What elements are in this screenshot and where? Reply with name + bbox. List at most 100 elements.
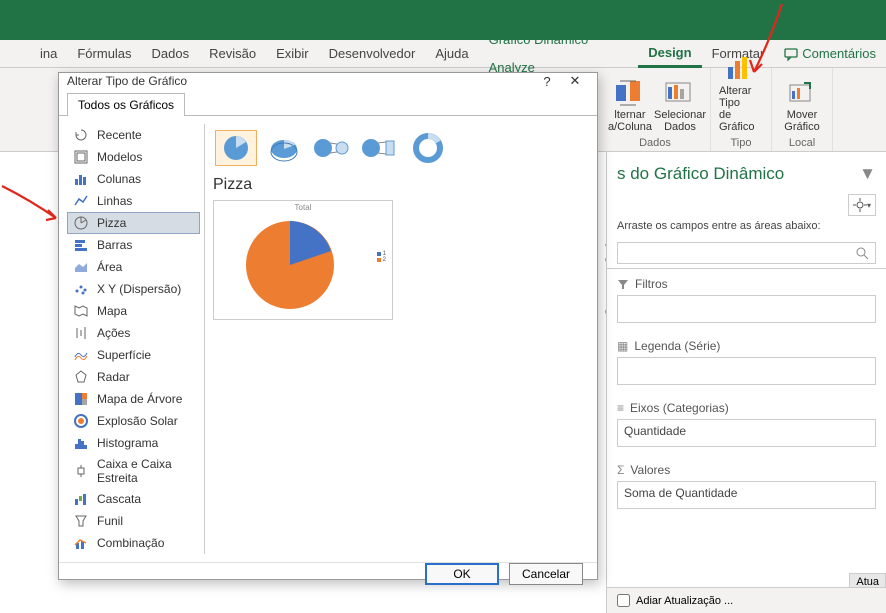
gear-icon (853, 198, 867, 212)
chart-type-mapa-de-rvore[interactable]: Mapa de Árvore (67, 388, 200, 410)
pie-chart-icon (240, 215, 340, 315)
chart-type-x-y-dispers-o-[interactable]: X Y (Dispersão) (67, 278, 200, 300)
type-icon (73, 463, 89, 479)
close-button[interactable]: ✕ (561, 73, 589, 89)
search-icon (855, 246, 869, 260)
chart-type-recente[interactable]: Recente (67, 124, 200, 146)
change-chart-type-button[interactable]: Alterar Tipo de Gráfico (717, 53, 765, 135)
tab-all-charts[interactable]: Todos os Gráficos (67, 93, 185, 116)
type-icon (73, 491, 89, 507)
chart-type-pizza[interactable]: Pizza (67, 212, 200, 234)
type-icon (73, 303, 89, 319)
comments-label: Comentários (802, 46, 876, 61)
chart-type--rea[interactable]: Área (67, 256, 200, 278)
subtype-bar-of-pie[interactable] (359, 130, 401, 166)
move-chart-icon (786, 79, 818, 107)
chart-type-funil[interactable]: Funil (67, 510, 200, 532)
type-icon (73, 215, 89, 231)
group-local: Mover Gráfico Local (772, 68, 833, 151)
values-label: Σ Valores (607, 455, 886, 481)
type-icon (73, 413, 89, 429)
defer-footer: Adiar Atualização ... (607, 587, 886, 613)
type-icon (73, 193, 89, 209)
chart-type-radar[interactable]: Radar (67, 366, 200, 388)
filters-dropzone[interactable] (617, 295, 876, 323)
tab-ina[interactable]: ina (30, 40, 67, 68)
select-data-icon (664, 79, 696, 107)
type-icon (73, 127, 89, 143)
subtype-pie[interactable] (215, 130, 257, 166)
subtype-pie-of-pie[interactable] (311, 130, 353, 166)
group-label-dados: Dados (639, 137, 671, 149)
drag-hint: Arraste os campos entre as áreas abaixo: (607, 220, 886, 238)
dialog-title: Alterar Tipo de Gráfico (67, 74, 187, 88)
type-icon (73, 513, 89, 529)
tab-formulas[interactable]: Fórmulas (67, 40, 141, 68)
type-icon (73, 435, 89, 451)
comments-button[interactable]: Comentários (774, 46, 886, 61)
comment-icon (784, 47, 798, 61)
select-data-button[interactable]: Selecionar Dados (656, 77, 704, 135)
tab-desenvolvedor[interactable]: Desenvolvedor (319, 40, 426, 68)
dialog-buttons: OK Cancelar (59, 562, 597, 585)
switch-row-column-button[interactable]: lternar a/Coluna (606, 77, 654, 135)
group-label-local: Local (789, 137, 815, 149)
type-icon (73, 391, 89, 407)
pivot-chart-fields-pane: s do Gráfico Dinâmico ▼ ▾ Arraste os cam… (606, 152, 886, 613)
type-icon (73, 325, 89, 341)
cancel-button[interactable]: Cancelar (509, 563, 583, 585)
type-icon (73, 149, 89, 165)
values-dropzone[interactable]: Soma de Quantidade (617, 481, 876, 509)
move-chart-button[interactable]: Mover Gráfico (778, 77, 826, 135)
tab-ajuda[interactable]: Ajuda (425, 40, 478, 68)
help-button[interactable]: ? (533, 74, 561, 89)
type-icon (73, 369, 89, 385)
legend-label: ▦ Legenda (Série) (607, 331, 886, 357)
tab-revisao[interactable]: Revisão (199, 40, 266, 68)
chart-type-modelos[interactable]: Modelos (67, 146, 200, 168)
group-dados: lternar a/Coluna Selecionar Dados Dados (600, 68, 711, 151)
chart-type-combina-o[interactable]: Combinação (67, 532, 200, 554)
search-input[interactable] (617, 242, 876, 264)
axes-label: ≡ Eixos (Categorias) (607, 393, 886, 419)
switch-icon (614, 79, 646, 107)
mini-title: Total (214, 203, 392, 212)
chart-type-explos-o-solar[interactable]: Explosão Solar (67, 410, 200, 432)
type-icon (73, 281, 89, 297)
type-icon (73, 259, 89, 275)
tab-dados[interactable]: Dados (142, 40, 200, 68)
chart-type-barras[interactable]: Barras (67, 234, 200, 256)
gear-button[interactable]: ▾ (848, 194, 876, 216)
chart-preview-area: Pizza Total 1 2 (213, 124, 589, 554)
change-chart-type-dialog: Alterar Tipo de Gráfico ? ✕ Todos os Grá… (58, 72, 598, 580)
tab-design[interactable]: Design (638, 40, 701, 68)
chart-type-mapa[interactable]: Mapa (67, 300, 200, 322)
dialog-titlebar: Alterar Tipo de Gráfico ? ✕ (59, 73, 597, 90)
subtype-3d-pie[interactable] (263, 130, 305, 166)
chart-type-list: RecenteModelosColunasLinhasPizzaBarrasÁr… (67, 124, 205, 554)
pane-title-row: s do Gráfico Dinâmico ▼ (607, 152, 886, 190)
filters-label: Filtros (607, 269, 886, 295)
tab-exibir[interactable]: Exibir (266, 40, 319, 68)
group-label-tipo: Tipo (731, 137, 752, 149)
chart-type-linhas[interactable]: Linhas (67, 190, 200, 212)
pie-subtypes (213, 124, 589, 176)
axes-dropzone[interactable]: Quantidade (617, 419, 876, 447)
chart-type-a-es[interactable]: Ações (67, 322, 200, 344)
chart-preview-card[interactable]: Total 1 2 (213, 200, 393, 320)
chart-type-cascata[interactable]: Cascata (67, 488, 200, 510)
chart-type-histograma[interactable]: Histograma (67, 432, 200, 454)
type-icon (73, 347, 89, 363)
subtype-doughnut[interactable] (407, 130, 449, 166)
type-icon (73, 171, 89, 187)
legend-dropzone[interactable] (617, 357, 876, 385)
chart-type-caixa-e-caixa-estreita[interactable]: Caixa e Caixa Estreita (67, 454, 200, 488)
ok-button[interactable]: OK (425, 563, 499, 585)
preview-title: Pizza (213, 176, 589, 200)
defer-checkbox[interactable] (617, 594, 630, 607)
defer-label: Adiar Atualização ... (636, 595, 733, 607)
chart-type-superf-cie[interactable]: Superfície (67, 344, 200, 366)
chart-type-colunas[interactable]: Colunas (67, 168, 200, 190)
pane-dropdown-icon[interactable]: ▼ (859, 164, 876, 184)
type-icon (73, 535, 89, 551)
